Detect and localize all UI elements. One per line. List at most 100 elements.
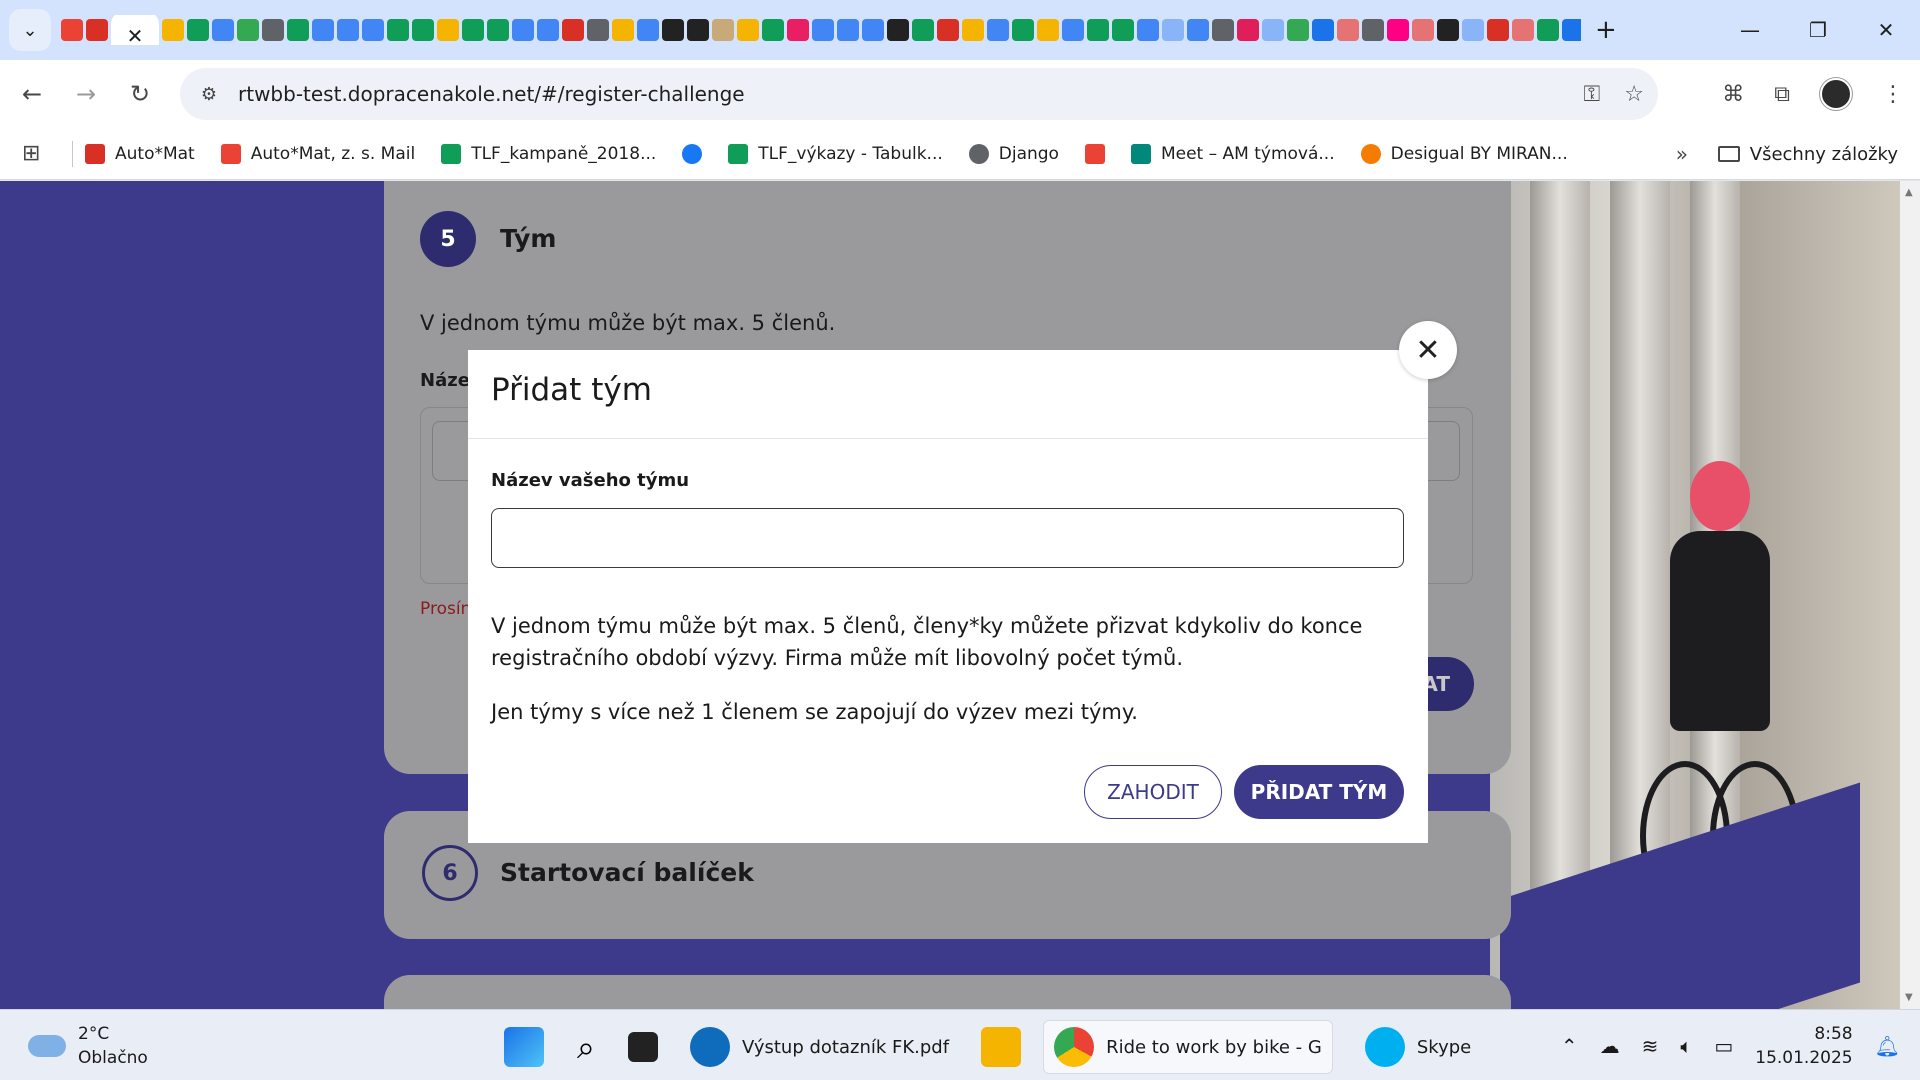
search-icon[interactable]: ⌕ (566, 1027, 606, 1067)
bookmark-item[interactable]: Auto*Mat (85, 143, 195, 164)
tab-favicon-icon[interactable] (512, 19, 534, 41)
restore-icon[interactable]: ❐ (1784, 0, 1852, 60)
team-name-input[interactable] (491, 508, 1404, 568)
extensions-icon[interactable]: ⧉ (1774, 82, 1790, 107)
bookmark-item[interactable]: TLF_kampaně_2018... (441, 143, 656, 164)
back-button[interactable]: ← (10, 72, 54, 116)
taskbar-app-chrome[interactable]: Ride to work by bike - G (1043, 1020, 1333, 1074)
tab-favicon-icon[interactable] (462, 19, 484, 41)
tab-favicon-icon[interactable] (187, 19, 209, 41)
tab-favicon-icon[interactable] (962, 19, 984, 41)
tab-favicon-icon[interactable] (1137, 19, 1159, 41)
tab-favicon-icon[interactable] (1337, 19, 1359, 41)
tab-favicon-icon[interactable] (812, 19, 834, 41)
reload-button[interactable]: ↻ (118, 72, 162, 116)
tab-favicon-icon[interactable] (887, 19, 909, 41)
weather-widget[interactable]: 2°C Oblačno (28, 1022, 148, 1070)
tab-favicon-icon[interactable] (61, 19, 83, 41)
tab-favicon-icon[interactable] (1212, 19, 1234, 41)
bookmark-item[interactable]: Django (968, 143, 1059, 164)
tab-favicon-icon[interactable] (387, 19, 409, 41)
discard-button[interactable]: ZAHODIT (1084, 765, 1222, 819)
tab-favicon-icon[interactable] (1187, 19, 1209, 41)
windows-start-icon[interactable] (504, 1027, 544, 1067)
more-vert-icon[interactable]: ⋮ (1882, 82, 1904, 107)
wifi-icon[interactable]: ≋ (1642, 1034, 1659, 1058)
file-explorer-icon[interactable] (981, 1027, 1022, 1067)
tab-favicon-icon[interactable] (1437, 19, 1459, 41)
tab-favicon-icon[interactable] (662, 19, 684, 41)
taskbar-app-skype[interactable]: Skype (1355, 1021, 1481, 1073)
active-tab[interactable]: ✕ (111, 15, 159, 45)
add-team-button[interactable]: PŘIDAT TÝM (1234, 765, 1404, 819)
url-text[interactable]: rtwbb-test.dopracenakole.net/#/register-… (238, 82, 745, 106)
clock[interactable]: 8:58 15.01.2025 (1755, 1022, 1852, 1070)
tab-favicon-icon[interactable] (687, 19, 709, 41)
scroll-up-icon[interactable]: ▲ (1905, 187, 1913, 198)
tab-favicon-icon[interactable] (487, 19, 509, 41)
tab-favicon-icon[interactable] (1362, 19, 1384, 41)
tab-favicon-icon[interactable] (912, 19, 934, 41)
tab-favicon-icon[interactable] (987, 19, 1009, 41)
tab-favicon-icon[interactable] (1087, 19, 1109, 41)
tab-favicon-icon[interactable] (86, 19, 108, 41)
tab-favicon-icon[interactable] (1562, 19, 1581, 41)
scroll-down-icon[interactable]: ▼ (1905, 992, 1913, 1003)
forward-button[interactable]: → (64, 72, 108, 116)
devtools-icon[interactable]: ⌘ (1722, 82, 1744, 107)
tab-favicon-icon[interactable] (1387, 19, 1409, 41)
tab-favicon-icon[interactable] (1112, 19, 1134, 41)
tab-favicon-icon[interactable] (212, 19, 234, 41)
tab-favicon-icon[interactable] (437, 19, 459, 41)
avatar[interactable] (1820, 78, 1852, 110)
bookmark-item[interactable] (1084, 143, 1105, 164)
tab-search-button[interactable]: ⌄ (9, 9, 51, 51)
battery-icon[interactable]: ▭ (1714, 1034, 1733, 1058)
tab-favicon-icon[interactable] (712, 19, 734, 41)
key-icon[interactable]: ⚿ (1584, 82, 1601, 107)
new-tab-button[interactable]: + (1595, 15, 1617, 45)
tab-favicon-icon[interactable] (837, 19, 859, 41)
tab-favicon-icon[interactable] (1062, 19, 1084, 41)
tab-favicon-icon[interactable] (1012, 19, 1034, 41)
tab-favicon-icon[interactable] (1312, 19, 1334, 41)
bookmark-item[interactable] (682, 143, 703, 164)
tab-favicon-icon[interactable] (737, 19, 759, 41)
close-icon[interactable]: ✕ (127, 24, 144, 45)
minimize-icon[interactable]: — (1716, 0, 1784, 60)
bookmark-item[interactable]: Auto*Mat, z. s. Mail (220, 143, 415, 164)
tab-favicon-icon[interactable] (337, 19, 359, 41)
apps-grid-icon[interactable]: ⊞ (22, 141, 62, 166)
tab-favicon-icon[interactable] (362, 19, 384, 41)
close-dialog-button[interactable]: ✕ (1399, 321, 1457, 379)
tab-favicon-icon[interactable] (587, 19, 609, 41)
tab-favicon-icon[interactable] (1237, 19, 1259, 41)
taskbar-app-edge[interactable]: Výstup dotazník FK.pdf (680, 1021, 959, 1073)
tab-favicon-icon[interactable] (637, 19, 659, 41)
tab-favicon-icon[interactable] (1487, 19, 1509, 41)
tab-favicon-icon[interactable] (862, 19, 884, 41)
task-view-icon[interactable] (628, 1032, 658, 1062)
tab-favicon-icon[interactable] (1262, 19, 1284, 41)
site-settings-icon[interactable]: ⚙ (194, 79, 224, 109)
address-bar[interactable]: ⚙ rtwbb-test.dopracenakole.net/#/registe… (180, 68, 1658, 120)
tab-favicon-icon[interactable] (1412, 19, 1434, 41)
close-window-icon[interactable]: ✕ (1852, 0, 1920, 60)
tab-favicon-icon[interactable] (1037, 19, 1059, 41)
tab-favicon-icon[interactable] (287, 19, 309, 41)
bookmarks-overflow-icon[interactable]: » (1676, 142, 1688, 166)
tab-favicon-icon[interactable] (762, 19, 784, 41)
volume-icon[interactable]: 🔈︎ (1680, 1034, 1692, 1058)
page-scrollbar[interactable]: ▲ ▼ (1900, 181, 1920, 1009)
tab-favicon-icon[interactable] (537, 19, 559, 41)
bookmark-item[interactable]: Meet – AM týmová... (1130, 143, 1335, 164)
tab-favicon-icon[interactable] (412, 19, 434, 41)
tab-favicon-icon[interactable] (237, 19, 259, 41)
tab-favicon-icon[interactable] (1287, 19, 1309, 41)
tab-favicon-icon[interactable] (1537, 19, 1559, 41)
tab-favicon-icon[interactable] (612, 19, 634, 41)
bookmark-item[interactable]: TLF_výkazy - Tabulk... (728, 143, 943, 164)
tab-favicon-icon[interactable] (1512, 19, 1534, 41)
tab-favicon-icon[interactable] (562, 19, 584, 41)
bookmark-item[interactable]: Desigual BY MIRAN... (1360, 143, 1568, 164)
